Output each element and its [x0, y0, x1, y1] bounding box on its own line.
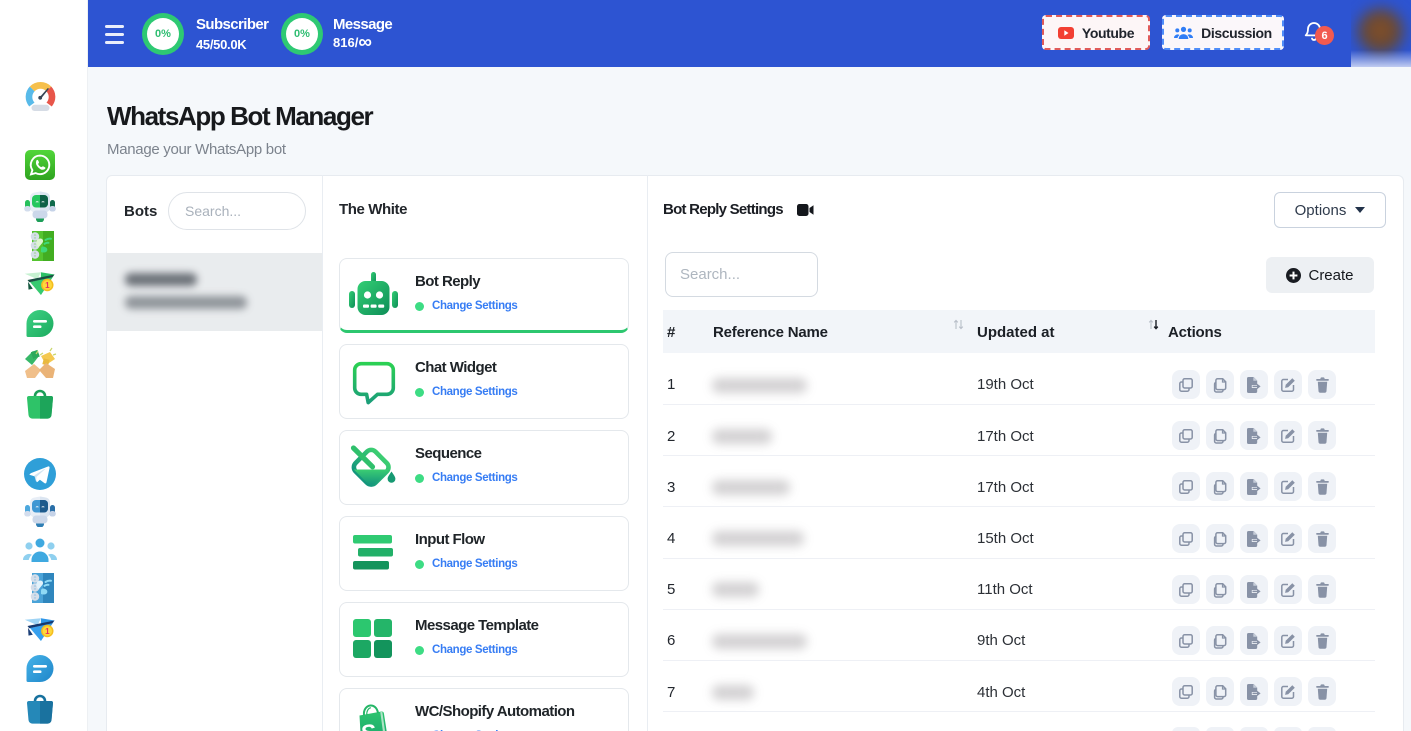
svg-text:1: 1	[45, 281, 50, 290]
svg-text:1: 1	[45, 627, 50, 636]
